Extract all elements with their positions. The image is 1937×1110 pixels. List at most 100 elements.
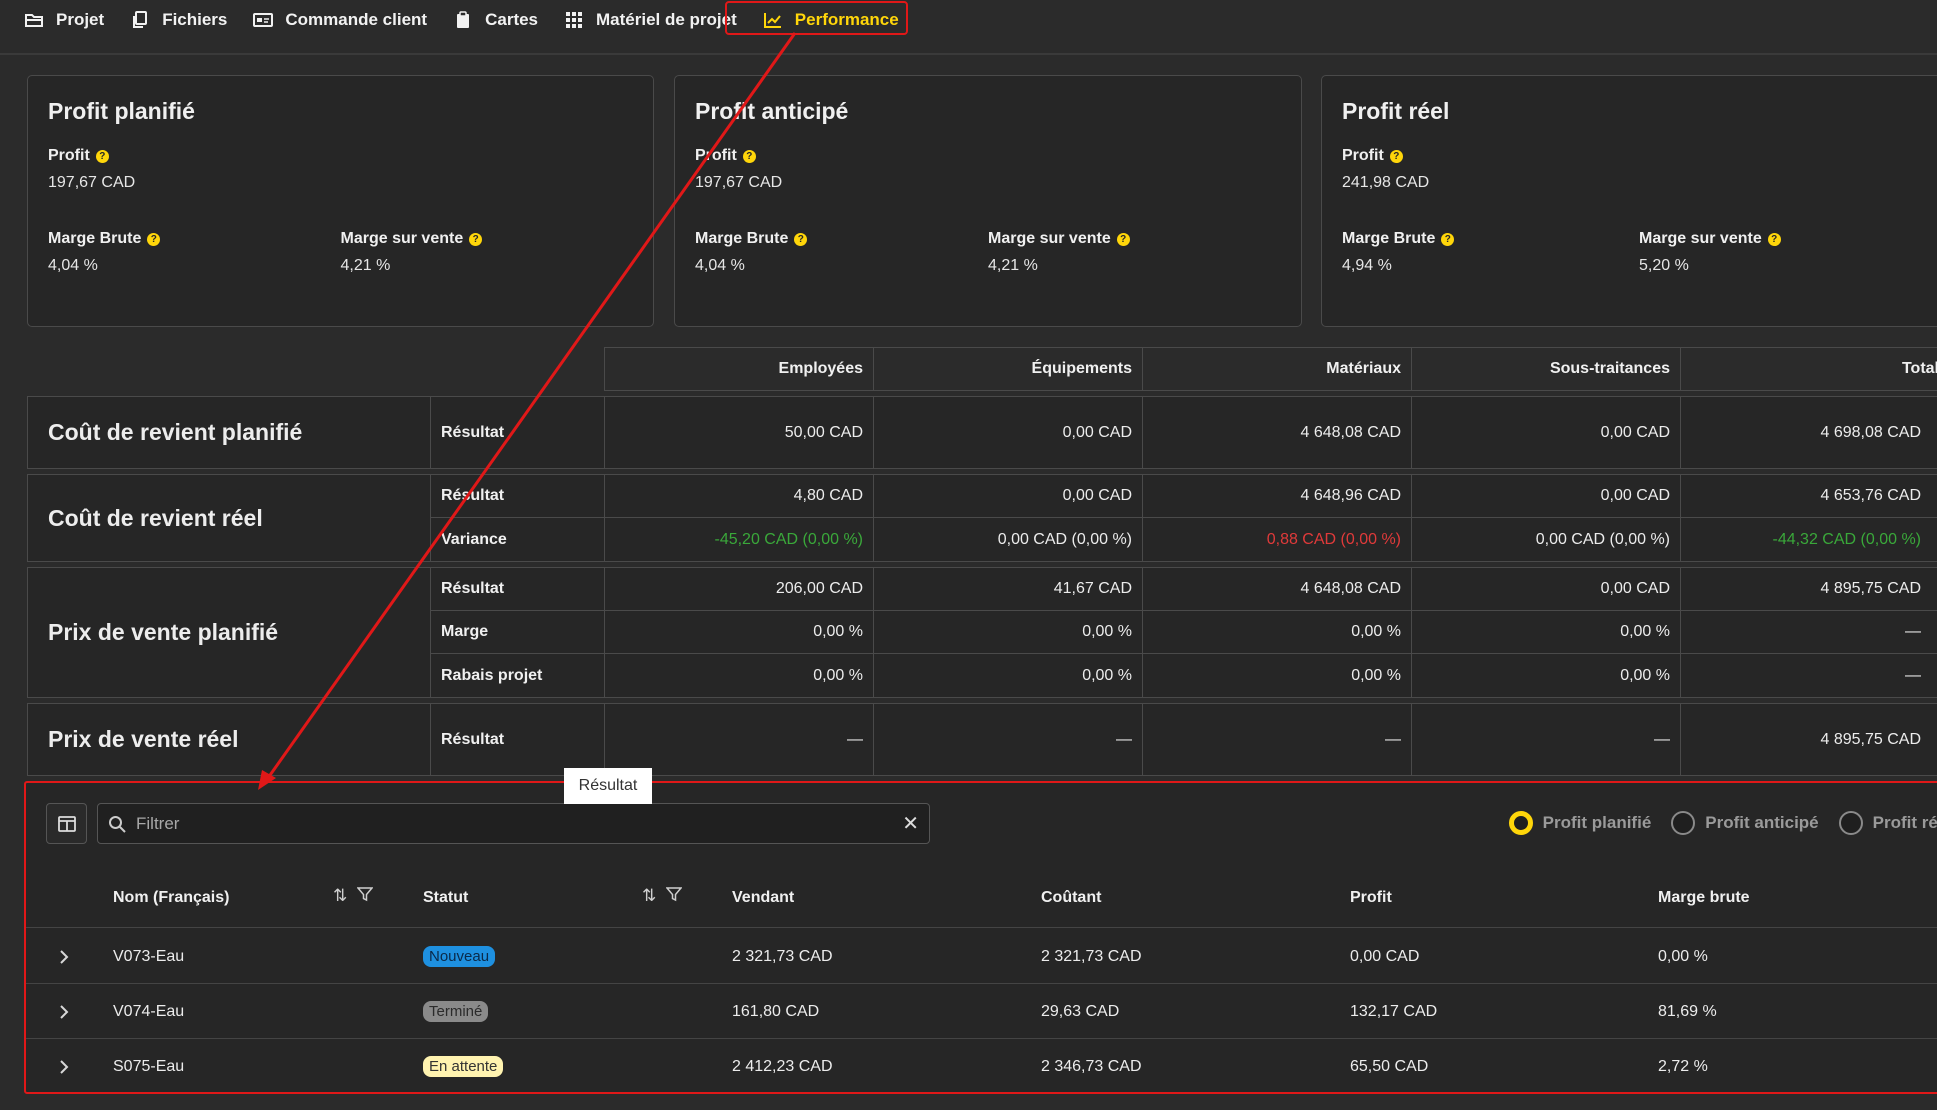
column-header-status[interactable]: Statut xyxy=(423,868,468,928)
grid-cell: — xyxy=(605,704,874,775)
grid-cell-variance: -45,20 CAD (0,00 %) xyxy=(605,518,874,561)
filter-icon[interactable] xyxy=(666,886,683,902)
profit-value: 241,98 CAD xyxy=(1342,174,1430,191)
cell-vendant: 2 321,73 CAD xyxy=(732,947,833,965)
cell-marge: 2,72 % xyxy=(1658,1057,1708,1075)
grid-cell: 4 895,75 CAD xyxy=(1820,730,1921,748)
sales-margin: Marge sur vente? 5,20 % xyxy=(1639,230,1936,275)
help-icon[interactable]: ? xyxy=(794,232,808,246)
radio-label: Profit planifié xyxy=(1542,813,1652,832)
nav-tab-commande-client[interactable]: Commande client xyxy=(243,3,441,37)
grid-cell: 0,00 % xyxy=(1412,654,1681,697)
table-row[interactable]: V073-Eau Nouveau 2 321,73 CAD 2 321,73 C… xyxy=(26,929,1937,984)
filter-input[interactable] xyxy=(136,813,893,834)
grid-cell: — xyxy=(1905,623,1921,640)
sales-margin-label: Marge sur vente xyxy=(988,230,1111,247)
gross-margin-label: Marge Brute xyxy=(1342,230,1436,247)
radio-ring xyxy=(1508,811,1533,835)
block-prix-vente-planifie: Prix de vente planifié Résultat 206,00 C… xyxy=(27,567,1937,698)
project-table-panel: ✕ Profit planifié Profit anticipé Profit… xyxy=(24,781,1937,1094)
nav-tab-label: Projet xyxy=(56,10,105,29)
metric-label: Profit? xyxy=(1342,147,1936,165)
sales-margin-label: Marge sur vente xyxy=(1639,230,1762,247)
nav-tab-cartes[interactable]: Cartes xyxy=(443,3,552,37)
column-header-coutant[interactable]: Coûtant xyxy=(1041,868,1101,928)
grid-cell: 206,00 CAD xyxy=(605,568,874,610)
grid-header-materiaux: Matériaux xyxy=(1142,347,1412,391)
columns-toggle-button[interactable] xyxy=(46,803,87,844)
grid-cell: 0,00 CAD xyxy=(874,397,1143,468)
grid-cell: — xyxy=(1905,666,1921,684)
grid-header-sous-traitances: Sous-traitances xyxy=(1411,347,1681,391)
sort-icon[interactable]: ⇅ xyxy=(642,886,656,906)
chevron-right-icon[interactable] xyxy=(54,929,74,984)
nav-tab-performance[interactable]: Performance xyxy=(753,3,913,37)
sort-icon[interactable]: ⇅ xyxy=(333,886,347,906)
grid-cell: 4 698,08 CAD xyxy=(1820,423,1921,441)
clear-icon[interactable]: ✕ xyxy=(902,814,919,834)
metric-label: Marge sur vente? xyxy=(988,230,1281,248)
nav-tab-materiel-de-projet[interactable]: Matériel de projet xyxy=(554,3,751,37)
column-header-vendant[interactable]: Vendant xyxy=(732,868,794,928)
grid-cell: — xyxy=(874,704,1143,775)
grid-cell: — xyxy=(1412,704,1681,775)
table-row[interactable]: S075-Eau En attente 2 412,23 CAD 2 346,7… xyxy=(26,1039,1937,1094)
profit-value: 197,67 CAD xyxy=(695,174,783,191)
block-cout-revient-planifie: Coût de revient planifié Résultat 50,00 … xyxy=(27,396,1937,469)
help-icon[interactable]: ? xyxy=(147,232,161,246)
help-icon[interactable]: ? xyxy=(1116,232,1130,246)
card-profit-planifie: Profit planifié Profit? 197,67 CAD Marge… xyxy=(27,75,654,327)
nav-tab-projet[interactable]: Projet xyxy=(14,3,118,37)
block-prix-vente-reel: Prix de vente réel Résultat — — — — 4 89… xyxy=(27,703,1937,776)
grid-cell: 4,80 CAD xyxy=(605,475,874,517)
grid-row: Marge 0,00 % 0,00 % 0,00 % 0,00 % — xyxy=(431,611,1937,654)
radio-label: Profit réel xyxy=(1872,813,1937,832)
grid-cell: 0,00 % xyxy=(1143,611,1412,653)
filter-icon[interactable] xyxy=(357,886,374,902)
nav-tab-label: Cartes xyxy=(485,10,539,29)
card-title: Profit réel xyxy=(1342,98,1450,124)
chevron-right-icon[interactable] xyxy=(54,1039,74,1094)
grid-row: Rabais projet 0,00 % 0,00 % 0,00 % 0,00 … xyxy=(431,654,1937,697)
help-icon[interactable]: ? xyxy=(742,149,756,163)
help-icon[interactable]: ? xyxy=(1389,149,1403,163)
chevron-right-icon[interactable] xyxy=(54,984,74,1039)
cell-marge: 0,00 % xyxy=(1658,947,1708,965)
column-header-name[interactable]: Nom (Français) xyxy=(113,868,229,928)
help-icon[interactable]: ? xyxy=(95,149,109,163)
sales-margin: Marge sur vente? 4,21 % xyxy=(341,230,634,275)
tooltip: Résultat xyxy=(564,768,652,804)
column-header-profit[interactable]: Profit xyxy=(1350,868,1392,928)
help-icon[interactable]: ? xyxy=(1767,232,1781,246)
column-header-marge-brute[interactable]: Marge brute xyxy=(1658,868,1750,928)
grid-cell: 0,00 CAD xyxy=(1412,397,1681,468)
radio-profit-reel[interactable]: Profit réel xyxy=(1838,811,1937,835)
help-icon[interactable]: ? xyxy=(469,232,483,246)
row-label: Variance xyxy=(431,518,605,561)
files-icon xyxy=(130,10,150,30)
grid-cell: 4 648,96 CAD xyxy=(1143,475,1412,517)
radio-profit-anticipe[interactable]: Profit anticipé xyxy=(1671,811,1819,835)
profit-label: Profit xyxy=(695,147,737,164)
gross-margin-value: 4,04 % xyxy=(48,257,98,274)
radio-profit-planifie[interactable]: Profit planifié xyxy=(1508,811,1652,835)
cell-coutant: 2 346,73 CAD xyxy=(1041,1057,1142,1075)
card-title: Profit planifié xyxy=(48,98,195,124)
cell-status: Nouveau xyxy=(423,929,496,984)
search-icon xyxy=(109,815,126,833)
line-chart-icon xyxy=(763,10,783,30)
nav-tab-fichiers[interactable]: Fichiers xyxy=(120,3,241,37)
table-row[interactable]: V074-Eau Terminé 161,80 CAD 29,63 CAD 13… xyxy=(26,984,1937,1039)
gross-margin: Marge Brute? 4,04 % xyxy=(48,230,341,275)
cell-profit: 0,00 CAD xyxy=(1350,947,1420,965)
grid-row: Résultat 206,00 CAD 41,67 CAD 4 648,08 C… xyxy=(431,568,1937,611)
grid-cell: 0,00 % xyxy=(1412,611,1681,653)
grid-cell: 0,00 CAD xyxy=(1412,568,1681,610)
columns-icon xyxy=(57,815,76,832)
status-column-tools: ⇅ xyxy=(642,886,683,906)
grid-cell: 0,00 % xyxy=(874,654,1143,697)
gross-margin-label: Marge Brute xyxy=(48,230,142,247)
help-icon[interactable]: ? xyxy=(1441,232,1455,246)
radio-ring xyxy=(1838,811,1863,835)
card-margins: Marge Brute? 4,04 % Marge sur vente? 4,2… xyxy=(48,230,633,275)
